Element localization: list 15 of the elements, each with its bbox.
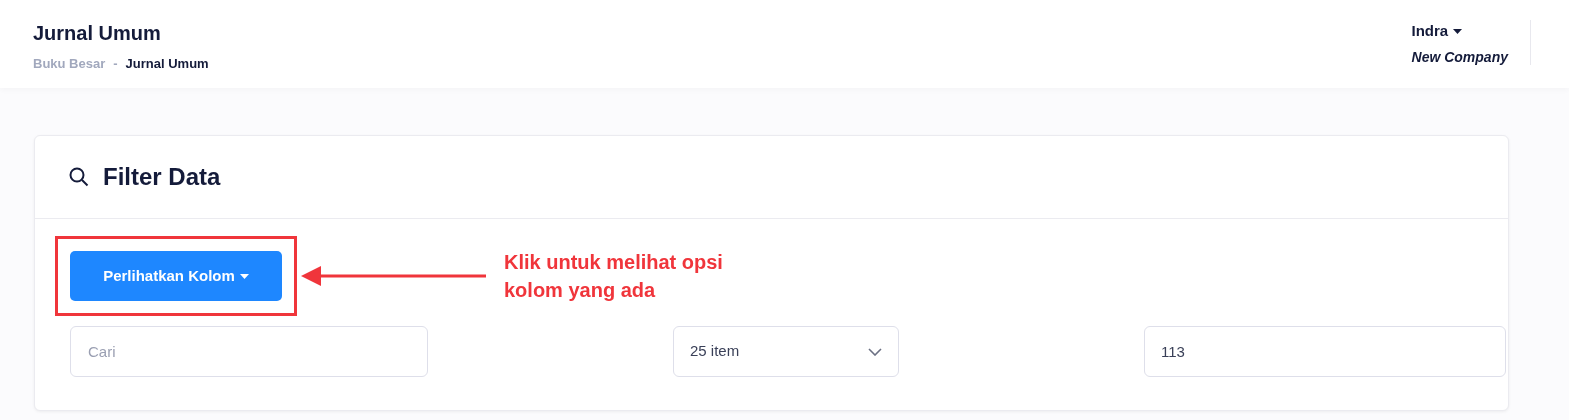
search-icon (69, 167, 89, 187)
count-field[interactable]: 113 (1144, 326, 1506, 377)
search-field[interactable]: Cari (70, 326, 428, 377)
caret-icon (1453, 28, 1463, 34)
chevron-down-icon (868, 347, 882, 356)
company-name: New Company (1411, 47, 1508, 67)
caret-icon (239, 273, 249, 279)
arrow-icon (301, 265, 486, 287)
user-name[interactable]: Indra (1411, 20, 1449, 43)
page-title: Jurnal Umum (33, 21, 162, 46)
card-title: Filter Data (103, 162, 221, 192)
show-columns-button[interactable]: Perlihatkan Kolom (70, 251, 282, 301)
breadcrumb-item: Jurnal Umum (125, 55, 209, 73)
page-size-select[interactable]: 25 item (673, 326, 899, 377)
annotation-text: Klik untuk melihat opsi kolom yang ada (504, 250, 723, 303)
